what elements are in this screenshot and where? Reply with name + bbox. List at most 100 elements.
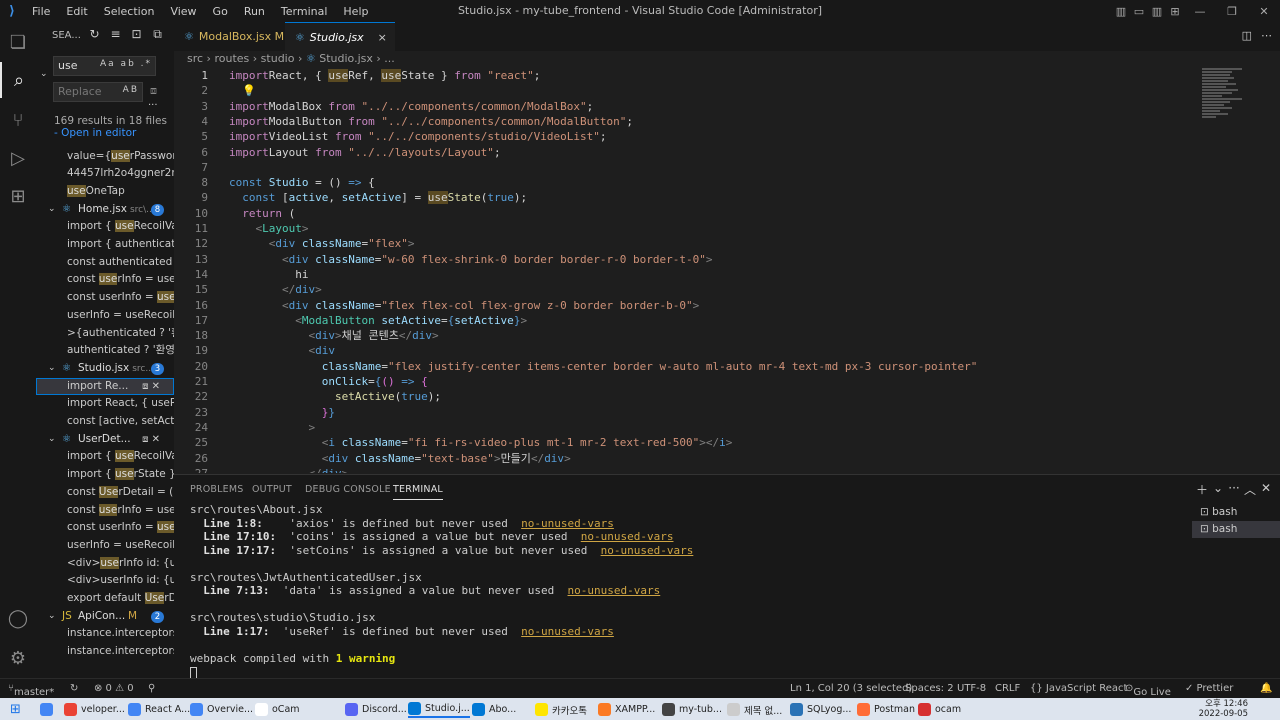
close-tab-icon[interactable]: × [378, 31, 387, 44]
indentation[interactable]: Spaces: 2 [905, 683, 954, 694]
toggle-panel-icon[interactable]: ▭ [1130, 5, 1148, 18]
breadcrumb-symbol[interactable]: ... [384, 52, 395, 65]
taskbar-app[interactable]: Discord... [345, 701, 407, 718]
code-line[interactable]: <ModalButton setActive={setActive}> [229, 313, 527, 328]
search-result-match[interactable]: import { userState } f... [36, 466, 174, 484]
search-result-match[interactable]: import { useRecoilVal... [36, 218, 174, 236]
live-share-icon[interactable]: ⚲ [148, 683, 155, 694]
search-result-match[interactable]: const UserDetail = () ... [36, 484, 174, 502]
taskbar-app[interactable]: veloper... [64, 701, 125, 718]
restore-button[interactable]: ❐ [1216, 5, 1248, 18]
code-line[interactable]: return ( [229, 206, 295, 221]
refresh-icon[interactable]: ↻ [84, 27, 105, 42]
toggle-replace-icon[interactable]: ⌄ [40, 69, 48, 79]
menu-go[interactable]: Go [205, 5, 236, 18]
maximize-panel-icon[interactable]: ︿ [1242, 481, 1258, 498]
chevron-down-icon[interactable]: ⌄ [48, 360, 56, 378]
search-result-match[interactable]: import React, { useRe... [36, 395, 174, 413]
code-line[interactable]: onClick={() => { [229, 374, 428, 389]
breadcrumb-studio[interactable]: studio [261, 52, 295, 65]
new-search-editor-icon[interactable]: ⊡ [126, 27, 147, 42]
collapse-all-icon[interactable]: ⧉ [147, 27, 168, 42]
tab-output[interactable]: OUTPUT [252, 484, 292, 495]
menu-selection[interactable]: Selection [96, 5, 163, 18]
menu-file[interactable]: File [24, 5, 58, 18]
taskbar-app[interactable]: Studio.j... [408, 701, 470, 718]
clear-results-icon[interactable]: ≡ [105, 27, 126, 42]
customize-layout-icon[interactable]: ⊞ [1166, 5, 1184, 18]
terminal-item-bash[interactable]: ⊡ bash [1192, 521, 1280, 538]
taskbar-app[interactable]: XAMPP... [598, 701, 655, 718]
code-line[interactable]: 💡 [229, 83, 256, 98]
taskbar-app[interactable]: SQLyog... [790, 701, 851, 718]
minimap[interactable] [1200, 68, 1260, 128]
search-result-match[interactable]: userInfo = useRecoil... [36, 307, 174, 325]
problems-indicator[interactable]: ⊗ 0 ⚠ 0 [94, 683, 134, 694]
search-result-match[interactable]: const userInfo = use... [36, 502, 174, 520]
code-line[interactable]: </div> [229, 282, 322, 297]
taskbar-app[interactable]: 제목 없... [727, 701, 782, 718]
encoding[interactable]: UTF-8 [957, 683, 986, 694]
tab-studio[interactable]: ⚛ Studio.jsx × [285, 22, 395, 51]
branch-indicator[interactable]: ⑂ master* [8, 683, 54, 698]
source-control-icon[interactable]: ⑂ [0, 102, 36, 138]
menu-terminal[interactable]: Terminal [273, 5, 336, 18]
code-line[interactable]: hi [229, 267, 308, 282]
search-options[interactable]: Aa ab .* [100, 59, 152, 69]
language-mode[interactable]: {} JavaScript React [1030, 683, 1127, 694]
search-result-match[interactable]: >{authenticated ? '환... [36, 325, 174, 343]
split-editor-icon[interactable]: ◫ [1242, 29, 1252, 42]
code-line[interactable]: > [229, 420, 315, 435]
code-line[interactable]: const Studio = () => { [229, 175, 375, 190]
extensions-icon[interactable]: ⊞ [0, 178, 36, 214]
search-result-file[interactable]: ⌄ ⚛ UserDet... ⧈ ✕ [36, 431, 174, 449]
code-editor[interactable]: 1 importReact, { useRef, useState } from … [174, 68, 1194, 473]
code-line[interactable]: <div>채널 콘텐츠</div> [229, 328, 438, 343]
search-result-match[interactable]: const [active, setActi... [36, 413, 174, 431]
preserve-case-option[interactable]: AB [123, 85, 139, 95]
taskbar-app[interactable]: oCam [255, 701, 300, 718]
chevron-down-icon[interactable]: ⌄ [48, 608, 56, 626]
code-line[interactable]: <div className="flex"> [229, 236, 415, 251]
menu-edit[interactable]: Edit [58, 5, 95, 18]
code-line[interactable]: importReact, { useRef, useState } from "… [229, 68, 540, 83]
taskbar-app[interactable]: my-tub... [662, 701, 722, 718]
search-result-file[interactable]: ⌄ JS ApiCon... M 2 [36, 608, 174, 626]
search-result-match[interactable]: const userInfo = use... [36, 289, 174, 307]
more-actions-icon[interactable]: ⋯ [1261, 29, 1272, 42]
close-window-button[interactable]: ✕ [1248, 5, 1280, 18]
new-terminal-icon[interactable]: ＋ [1194, 481, 1210, 498]
tab-problems[interactable]: PROBLEMS [190, 484, 243, 495]
search-result-match[interactable]: useOneTap [36, 183, 174, 201]
search-result-file[interactable]: ⌄ ⚛ Studio.jsx src... 3 [36, 360, 174, 378]
code-line[interactable]: <div className="flex flex-col flex-grow … [229, 298, 699, 313]
search-result-file[interactable]: ⌄ ⚛ Home.jsx src\... 8 [36, 201, 174, 219]
code-line[interactable]: </div> [229, 466, 348, 473]
open-in-editor-link[interactable]: - Open in editor [54, 127, 136, 139]
taskbar-app[interactable]: Overvie... [190, 701, 253, 718]
explorer-icon[interactable]: ❏ [0, 24, 36, 60]
code-line[interactable]: importVideoList from "../../components/s… [229, 129, 607, 144]
breadcrumb-file[interactable]: Studio.jsx [319, 52, 373, 65]
cursor-position[interactable]: Ln 1, Col 20 (3 selected) [790, 683, 912, 694]
search-result-match[interactable]: const authenticated ... [36, 254, 174, 272]
menu-run[interactable]: Run [236, 5, 273, 18]
search-result-match[interactable]: import { useRecoilVal... [36, 448, 174, 466]
more-actions-icon[interactable]: ··· [1226, 481, 1242, 498]
toggle-sidebar-icon[interactable]: ▥ [1112, 5, 1130, 18]
taskbar-app[interactable]: ocam [918, 701, 961, 718]
search-result-match[interactable]: import { authenticate... [36, 236, 174, 254]
search-result-match[interactable]: const userInfo = use... [36, 271, 174, 289]
tab-modalbox[interactable]: ⚛ ModalBox.jsx M [174, 22, 285, 51]
tab-debug-console[interactable]: DEBUG CONSOLE [305, 484, 391, 495]
code-line[interactable]: const [active, setActive] = useState(tru… [229, 190, 527, 205]
tab-terminal[interactable]: TERMINAL [393, 484, 443, 500]
start-button[interactable]: ⊞ [10, 701, 21, 718]
chevron-down-icon[interactable]: ⌄ [48, 201, 56, 219]
search-result-match[interactable]: value={userPassword} [36, 148, 174, 166]
code-line[interactable]: importModalBox from "../../components/co… [229, 99, 593, 114]
notifications-icon[interactable]: 🔔 [1260, 683, 1272, 694]
code-line[interactable]: <div [229, 343, 335, 358]
replace-all-icon[interactable]: ⧈ ✕ [142, 431, 160, 449]
run-debug-icon[interactable]: ▷ [0, 140, 36, 176]
